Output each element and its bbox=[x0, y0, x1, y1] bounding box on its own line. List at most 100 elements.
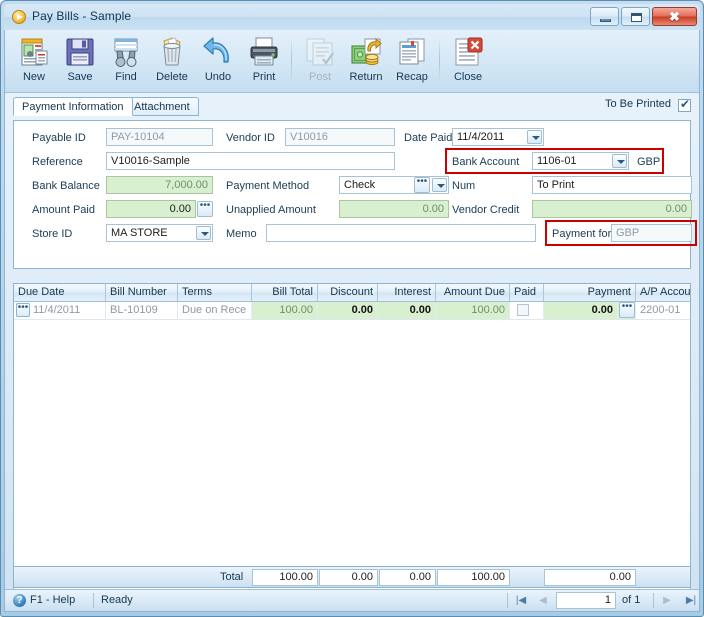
reference-field[interactable]: V10016-Sample bbox=[106, 152, 395, 170]
payment-lookup-icon[interactable]: ••• bbox=[619, 302, 635, 318]
amount-paid-field[interactable]: 0.00 bbox=[106, 200, 196, 218]
vendor-id-field[interactable]: V10016 bbox=[285, 128, 395, 146]
store-id-field[interactable]: MA STORE bbox=[106, 224, 213, 242]
cell-paid[interactable] bbox=[510, 302, 544, 319]
toolbar-button-undo[interactable]: Undo bbox=[195, 32, 241, 90]
cell-payment-lookup[interactable]: ••• bbox=[618, 302, 636, 319]
grid-header-interest[interactable]: Interest bbox=[378, 284, 436, 301]
bank-account-value: 1106-01 bbox=[537, 155, 577, 167]
grid-header-amount-due[interactable]: Amount Due bbox=[436, 284, 510, 301]
payment-method-lookup-icon[interactable]: ••• bbox=[414, 177, 430, 193]
tab-payment-information[interactable]: Payment Information bbox=[13, 97, 133, 116]
tab-attachment[interactable]: Attachment bbox=[125, 97, 199, 116]
vendor-credit-label: Vendor Credit bbox=[452, 204, 520, 216]
cell-bill-number: BL-10109 bbox=[106, 302, 178, 319]
date-paid-dropdown-icon[interactable] bbox=[527, 130, 542, 144]
grid-header-bill-number[interactable]: Bill Number bbox=[106, 284, 178, 301]
table-row[interactable]: ••• 11/4/2011 BL-10109 Due on Rece 100.0… bbox=[14, 302, 690, 320]
grid-header-terms[interactable]: Terms bbox=[178, 284, 252, 301]
toolbar-label-new: New bbox=[22, 71, 45, 83]
totals-interest: 0.00 bbox=[379, 569, 436, 586]
memo-label: Memo bbox=[226, 228, 257, 240]
unapplied-amount-label: Unapplied Amount bbox=[226, 204, 316, 216]
cell-discount[interactable]: 0.00 bbox=[318, 302, 378, 319]
toolbar-button-recap[interactable]: Recap bbox=[389, 32, 435, 90]
toolbar-label-undo: Undo bbox=[204, 71, 232, 83]
toolbar-button-find[interactable]: Find bbox=[103, 32, 149, 90]
pay-bills-window: Pay Bills - Sample ✖ New Save Find Delet… bbox=[0, 0, 704, 617]
toolbar-button-save[interactable]: Save bbox=[57, 32, 103, 90]
grid-header-paid[interactable]: Paid bbox=[510, 284, 544, 301]
recap-report-icon bbox=[395, 35, 429, 69]
payment-method-dropdown-icon[interactable] bbox=[432, 178, 447, 192]
grid-header-ap-account[interactable]: A/P Account bbox=[636, 284, 690, 301]
bank-account-currency: GBP bbox=[637, 156, 661, 168]
memo-field[interactable] bbox=[266, 224, 536, 242]
title-bar: Pay Bills - Sample ✖ bbox=[4, 4, 700, 30]
maximize-icon bbox=[631, 13, 642, 22]
totals-label: Total bbox=[220, 571, 244, 583]
grid-header-discount[interactable]: Discount bbox=[318, 284, 378, 301]
grid-header-row: Due Date Bill Number Terms Bill Total Di… bbox=[14, 284, 690, 302]
to-be-printed-checkbox[interactable] bbox=[678, 97, 691, 112]
cell-payment[interactable]: 0.00 bbox=[544, 302, 618, 319]
store-id-value: MA STORE bbox=[111, 227, 168, 239]
store-id-label: Store ID bbox=[32, 228, 73, 240]
toolbar-button-delete[interactable]: Delete bbox=[149, 32, 195, 90]
cell-due-date: 11/4/2011 bbox=[14, 302, 106, 319]
toolbar-button-close[interactable]: Close bbox=[445, 32, 491, 90]
payment-method-value: Check bbox=[344, 179, 376, 191]
toolbar-label-return: Return bbox=[349, 71, 383, 83]
minimize-icon bbox=[600, 19, 611, 22]
toolbar-label-find: Find bbox=[115, 71, 137, 83]
amount-paid-lookup-icon[interactable]: ••• bbox=[197, 201, 213, 217]
client-area: New Save Find Delete Undo Print Post Ret… bbox=[4, 30, 700, 612]
toolbar-separator-1 bbox=[291, 36, 292, 86]
vendor-id-label: Vendor ID bbox=[226, 132, 275, 144]
status-divider-1 bbox=[93, 593, 94, 608]
status-bar: ? F1 - Help Ready |◀ ◀ 1 of 1 ▶ ▶| bbox=[5, 589, 699, 611]
vendor-credit-field: 0.00 bbox=[532, 200, 692, 218]
amount-paid-label: Amount Paid bbox=[32, 204, 95, 216]
status-state: Ready bbox=[101, 594, 133, 606]
cell-amount-due: 100.00 bbox=[436, 302, 510, 319]
help-label[interactable]: F1 - Help bbox=[30, 594, 75, 606]
tab-attachment-label: Attachment bbox=[134, 101, 190, 113]
paid-checkbox[interactable] bbox=[517, 304, 529, 316]
bank-account-dropdown-icon[interactable] bbox=[612, 154, 627, 168]
payment-for-field: GBP bbox=[611, 224, 692, 242]
minimize-button[interactable] bbox=[590, 7, 619, 26]
close-button[interactable]: ✖ bbox=[652, 7, 697, 26]
bank-account-field[interactable]: 1106-01 bbox=[532, 152, 629, 170]
toolbar-label-recap: Recap bbox=[396, 71, 428, 83]
nav-page-input[interactable]: 1 bbox=[556, 592, 616, 609]
nav-of-label: of 1 bbox=[622, 594, 641, 606]
toolbar-button-print[interactable]: Print bbox=[241, 32, 287, 90]
maximize-button[interactable] bbox=[621, 7, 650, 26]
toolbar-label-post: Post bbox=[308, 71, 331, 83]
grid-header-payment[interactable]: Payment bbox=[544, 284, 636, 301]
grid-header-due-date[interactable]: Due Date bbox=[14, 284, 106, 301]
toolbar-button-post[interactable]: Post bbox=[297, 32, 343, 90]
payment-method-field[interactable]: Check ••• bbox=[339, 176, 449, 194]
nav-first-button[interactable]: |◀ bbox=[511, 592, 531, 609]
nav-last-button[interactable]: ▶| bbox=[681, 592, 701, 609]
new-document-icon bbox=[17, 35, 51, 69]
toolbar-button-new[interactable]: New bbox=[11, 32, 57, 90]
grid-header-bill-total[interactable]: Bill Total bbox=[252, 284, 318, 301]
date-paid-label: Date Paid bbox=[404, 132, 453, 144]
payment-information-panel: Payable ID PAY-10104 Vendor ID V10016 Da… bbox=[13, 120, 697, 269]
toolbar-label-save: Save bbox=[67, 71, 93, 83]
payable-id-field[interactable]: PAY-10104 bbox=[106, 128, 213, 146]
cell-bill-total: 100.00 bbox=[252, 302, 318, 319]
nav-prev-button[interactable]: ◀ bbox=[533, 592, 553, 609]
store-id-dropdown-icon[interactable] bbox=[196, 226, 211, 240]
printer-icon bbox=[247, 35, 281, 69]
nav-next-button[interactable]: ▶ bbox=[657, 592, 677, 609]
num-field[interactable]: To Print bbox=[532, 176, 692, 194]
toolbar-label-print: Print bbox=[252, 71, 276, 83]
cell-interest[interactable]: 0.00 bbox=[378, 302, 436, 319]
date-paid-field[interactable]: 11/4/2011 bbox=[452, 128, 544, 146]
help-icon[interactable]: ? bbox=[13, 594, 26, 607]
toolbar-button-return[interactable]: Return bbox=[343, 32, 389, 90]
